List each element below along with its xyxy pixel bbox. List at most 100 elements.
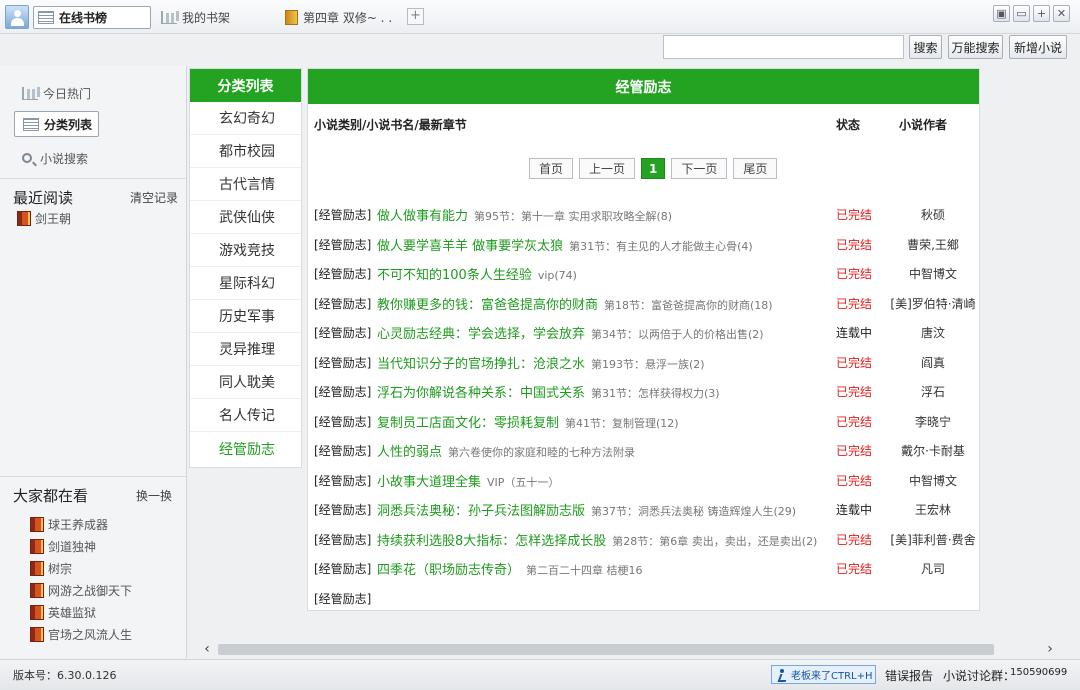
row-title-cell[interactable]: 浮石为你解说各种关系：中国式关系 第31节：怎样获得权力(3) [377, 382, 720, 401]
category-item[interactable]: 名人传记 [190, 399, 301, 432]
row-title-cell[interactable]: 当代知识分子的官场挣扎：沧浪之水 第193节：悬浮一族(2) [377, 353, 705, 372]
row-latest-chapter[interactable]: 第31节：怎样获得权力(3) [591, 387, 720, 400]
table-row[interactable]: [经管励志] 四季花（职场励志传奇） 第二百二十四章 桔梗16 已完结 凡司 [308, 554, 979, 583]
row-title-cell[interactable]: 复制员工店面文化：零损耗复制 第41节：复制管理(12) [377, 412, 679, 431]
boss-key-button[interactable]: 老板来了CTRL+H [771, 665, 876, 684]
scroll-right-icon[interactable]: › [1042, 641, 1058, 658]
table-row[interactable]: [经管励志] 教你赚更多的钱：富爸爸提高你的财商 第18节：富爸爸提高你的财商(18… [308, 289, 979, 318]
row-title[interactable]: 洞悉兵法奥秘：孙子兵法图解励志版 [377, 504, 585, 519]
tab-online-ranking[interactable]: 在线书榜 [33, 6, 151, 29]
row-latest-chapter[interactable]: 第18节：富爸爸提高你的财商(18) [604, 299, 773, 312]
table-row[interactable]: [经管励志] 复制员工店面文化：零损耗复制 第41节：复制管理(12) 已完结 李晓宁 [308, 407, 979, 436]
universal-search-button[interactable]: 万能搜索 [948, 35, 1003, 59]
row-title-cell[interactable]: 小故事大道理全集 VIP（五十一） [377, 471, 559, 490]
maximize-button[interactable]: + [1033, 5, 1050, 22]
popular-book-item[interactable]: 剑道独神 [30, 537, 96, 555]
category-item[interactable]: 玄幻奇幻 [190, 102, 301, 135]
scroll-left-icon[interactable]: ‹ [199, 641, 215, 658]
current-page[interactable]: 1 [641, 158, 666, 179]
table-row[interactable]: [经管励志] 当代知识分子的官场挣扎：沧浪之水 第193节：悬浮一族(2) 已完结 阎真 [308, 348, 979, 377]
horizontal-scrollbar[interactable]: ‹ › [196, 641, 1068, 658]
category-item[interactable]: 灵异推理 [190, 333, 301, 366]
row-title[interactable]: 当代知识分子的官场挣扎：沧浪之水 [377, 357, 585, 372]
sidebar-item-novel-search[interactable]: 小说搜索 [14, 145, 94, 171]
table-row[interactable]: [经管励志] 浮石为你解说各种关系：中国式关系 第31节：怎样获得权力(3) 已完结 浮… [308, 377, 979, 406]
row-latest-chapter[interactable]: 第六卷使你的家庭和睦的七种方法附录 [448, 446, 635, 459]
table-row[interactable]: [经管励志] 不可不知的100条人生经验 vip(74) 已完结 中智博文 [308, 259, 979, 288]
row-title[interactable]: 做人要学喜羊羊 做事要学灰太狼 [377, 239, 563, 254]
search-button[interactable]: 搜索 [909, 35, 942, 59]
row-title-cell[interactable]: 做人要学喜羊羊 做事要学灰太狼 第31节：有主见的人才能做主心骨(4) [377, 235, 753, 254]
table-row[interactable]: [经管励志] 人性的弱点 第六卷使你的家庭和睦的七种方法附录 已完结 戴尔·卡耐基 [308, 436, 979, 465]
recent-book-item[interactable]: 剑王朝 [17, 209, 71, 227]
row-latest-chapter[interactable]: 第193节：悬浮一族(2) [591, 358, 705, 371]
tab-chapter-reader[interactable]: 第四章 双修~ . . [281, 6, 401, 29]
popular-book-item[interactable]: 球王养成器 [30, 515, 108, 533]
row-latest-chapter[interactable]: 第95节：第十一章 实用求职攻略全解(8) [474, 210, 672, 223]
row-title[interactable]: 小故事大道理全集 [377, 475, 481, 490]
clear-history-link[interactable]: 清空记录 [130, 189, 178, 206]
popular-book-item[interactable]: 英雄监狱 [30, 603, 96, 621]
sidebar-item-categories[interactable]: 分类列表 [14, 111, 100, 137]
row-title-cell[interactable]: 心灵励志经典：学会选择，学会放弃 第34节：以两倍于人的价格出售(2) [377, 323, 764, 342]
next-page-button[interactable]: 下一页 [671, 158, 728, 179]
category-item-active[interactable]: 经管励志 [190, 432, 301, 465]
row-title[interactable]: 不可不知的100条人生经验 [377, 268, 532, 283]
user-avatar-icon[interactable] [5, 5, 29, 29]
tab-my-bookshelf[interactable]: 我的书架 [157, 6, 267, 29]
row-title-cell[interactable]: 不可不知的100条人生经验 vip(74) [377, 264, 577, 283]
minimize-button[interactable]: ▭ [1013, 5, 1030, 22]
category-item[interactable]: 古代言情 [190, 168, 301, 201]
table-row[interactable]: [经管励志] 洞悉兵法奥秘：孙子兵法图解励志版 第37节：洞悉兵法奥秘 铸造辉煌人生… [308, 495, 979, 524]
search-input[interactable] [663, 35, 904, 59]
error-report-link[interactable]: 错误报告 [885, 667, 933, 684]
row-latest-chapter[interactable]: VIP（五十一） [487, 476, 559, 489]
table-row[interactable]: [经管励志] 做人做事有能力 第95节：第十一章 实用求职攻略全解(8) 已完结 秋硕 [308, 200, 979, 229]
row-title-cell[interactable] [377, 589, 383, 604]
row-title-cell[interactable]: 洞悉兵法奥秘：孙子兵法图解励志版 第37节：洞悉兵法奥秘 铸造辉煌人生(29) [377, 500, 796, 519]
add-novel-button[interactable]: 新增小说 [1009, 35, 1067, 59]
first-page-button[interactable]: 首页 [529, 158, 574, 179]
row-title[interactable]: 四季花（职场励志传奇） [377, 563, 520, 578]
sidebar-item-today-hot[interactable]: 今日热门 [14, 80, 97, 106]
add-tab-button[interactable]: + [407, 8, 424, 25]
row-title-cell[interactable]: 教你赚更多的钱：富爸爸提高你的财商 第18节：富爸爸提高你的财商(18) [377, 294, 773, 313]
prev-page-button[interactable]: 上一页 [579, 158, 636, 179]
category-item[interactable]: 武侠仙侠 [190, 201, 301, 234]
row-title-cell[interactable]: 做人做事有能力 第95节：第十一章 实用求职攻略全解(8) [377, 205, 672, 224]
row-title[interactable]: 浮石为你解说各种关系：中国式关系 [377, 386, 585, 401]
row-latest-chapter[interactable]: 第28节：第6章 卖出，卖出，还是卖出(2) [612, 535, 817, 548]
table-row[interactable]: [经管励志] 做人要学喜羊羊 做事要学灰太狼 第31节：有主见的人才能做主心骨(4)… [308, 230, 979, 259]
category-item[interactable]: 同人耽美 [190, 366, 301, 399]
row-latest-chapter[interactable]: 第二百二十四章 桔梗16 [526, 564, 643, 577]
popular-book-item[interactable]: 树宗 [30, 559, 72, 577]
row-title-cell[interactable]: 四季花（职场励志传奇） 第二百二十四章 桔梗16 [377, 559, 643, 578]
close-button[interactable]: ✕ [1053, 5, 1070, 22]
row-title[interactable]: 教你赚更多的钱：富爸爸提高你的财商 [377, 298, 598, 313]
refresh-link[interactable]: 换一换 [136, 487, 172, 504]
category-item[interactable]: 游戏竞技 [190, 234, 301, 267]
row-latest-chapter[interactable]: 第37节：洞悉兵法奥秘 铸造辉煌人生(29) [591, 505, 796, 518]
category-item[interactable]: 历史军事 [190, 300, 301, 333]
row-latest-chapter[interactable]: 第41节：复制管理(12) [565, 417, 679, 430]
table-row[interactable]: [经管励志] [308, 584, 979, 613]
row-title[interactable]: 人性的弱点 [377, 445, 442, 460]
row-title[interactable]: 做人做事有能力 [377, 209, 468, 224]
row-latest-chapter[interactable]: 第34节：以两倍于人的价格出售(2) [591, 328, 764, 341]
table-row[interactable]: [经管励志] 小故事大道理全集 VIP（五十一） 已完结 中智博文 [308, 466, 979, 495]
row-title-cell[interactable]: 人性的弱点 第六卷使你的家庭和睦的七种方法附录 [377, 441, 635, 460]
category-item[interactable]: 都市校园 [190, 135, 301, 168]
last-page-button[interactable]: 尾页 [733, 158, 778, 179]
scroll-thumb[interactable] [218, 644, 994, 655]
row-title[interactable]: 复制员工店面文化：零损耗复制 [377, 416, 559, 431]
category-item[interactable]: 星际科幻 [190, 267, 301, 300]
popular-book-item[interactable]: 官场之风流人生 [30, 625, 132, 643]
row-latest-chapter[interactable]: vip(74) [538, 269, 577, 282]
row-title-cell[interactable]: 持续获利选股8大指标：怎样选择成长股 第28节：第6章 卖出，卖出，还是卖出(2) [377, 530, 817, 549]
table-row[interactable]: [经管励志] 心灵励志经典：学会选择，学会放弃 第34节：以两倍于人的价格出售(2)… [308, 318, 979, 347]
skin-button[interactable]: ▣ [993, 5, 1010, 22]
row-title[interactable]: 心灵励志经典：学会选择，学会放弃 [377, 327, 585, 342]
popular-book-item[interactable]: 网游之战御天下 [30, 581, 132, 599]
row-title[interactable]: 持续获利选股8大指标：怎样选择成长股 [377, 534, 606, 549]
table-row[interactable]: [经管励志] 持续获利选股8大指标：怎样选择成长股 第28节：第6章 卖出，卖出，还… [308, 525, 979, 554]
